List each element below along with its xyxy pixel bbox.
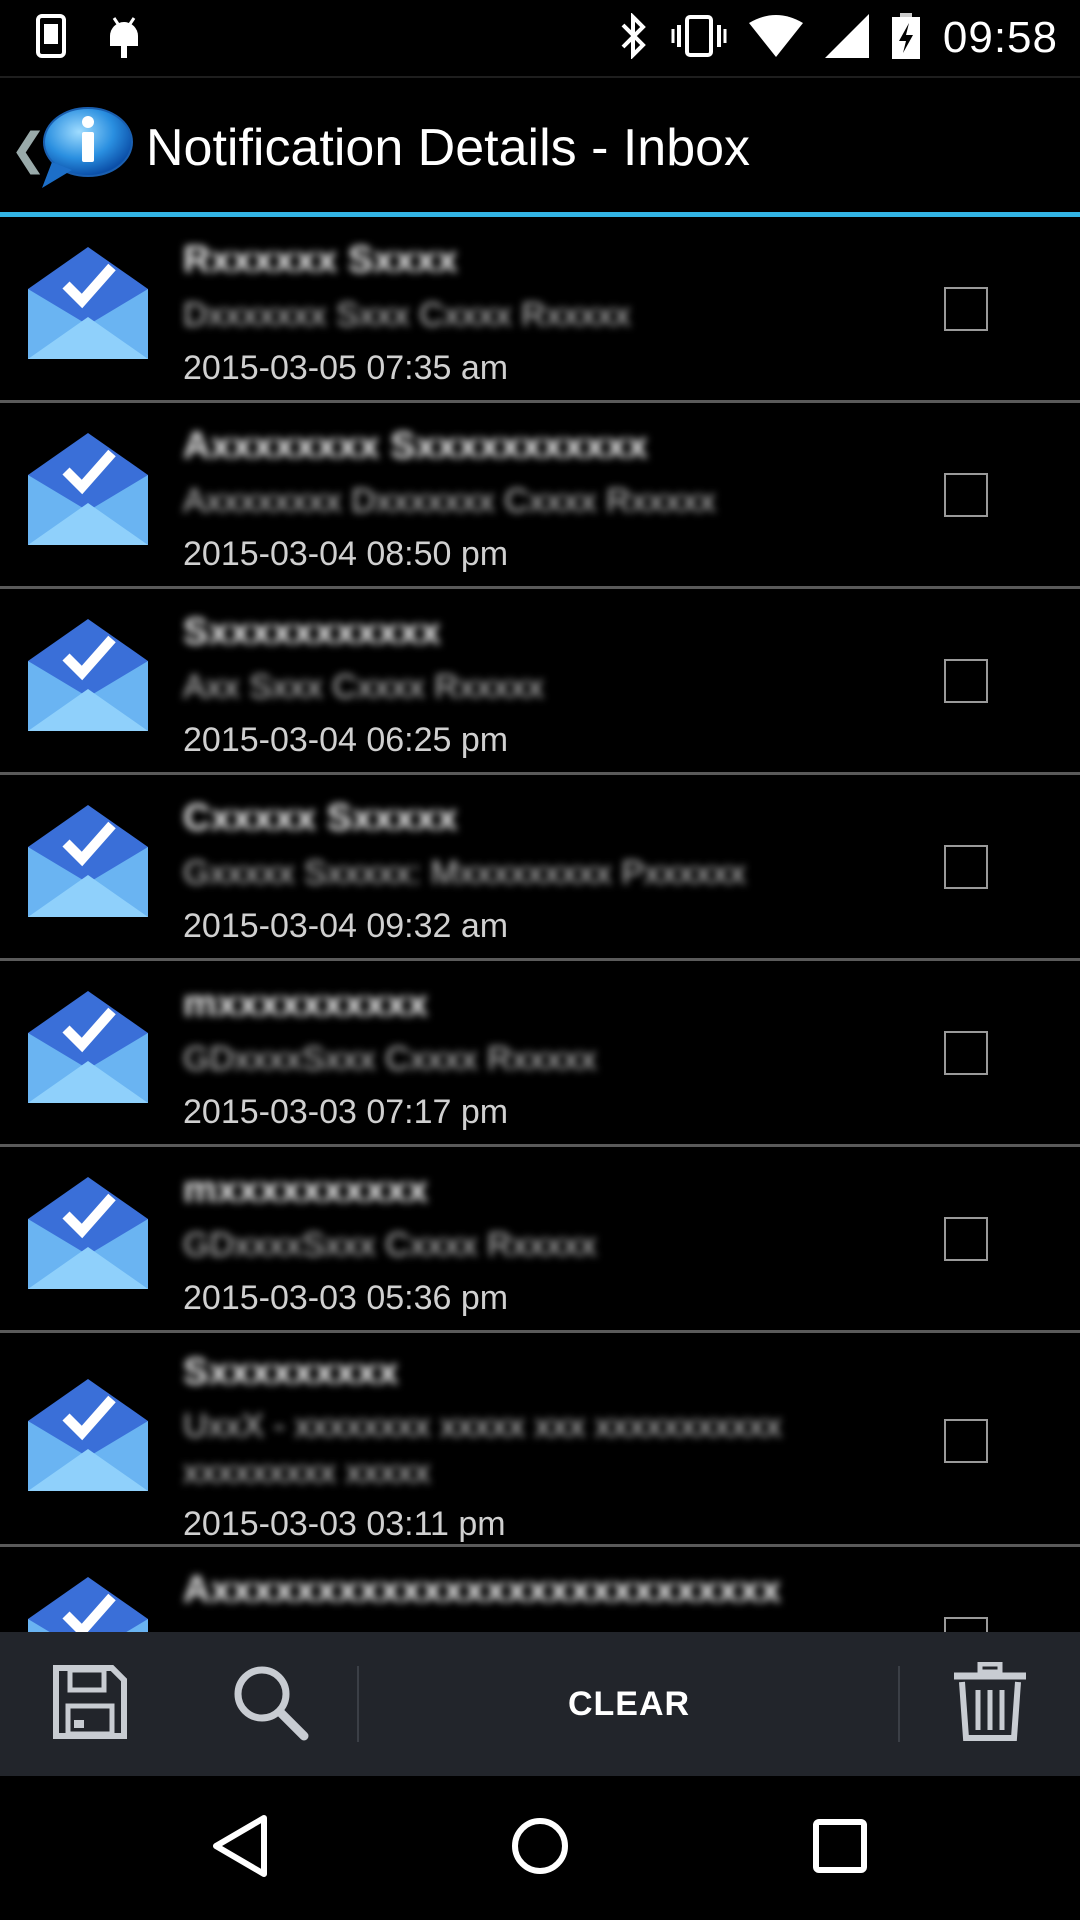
save-disk-icon [52,1664,128,1745]
notification-sender: Axxxxxxxx Sxxxxxxxxxxx [183,425,648,467]
notification-date: 2015-03-03 03:11 pm [183,1505,506,1543]
nav-recents-button[interactable] [790,1798,890,1898]
phone-screen-icon [36,14,66,63]
bluetooth-icon [619,11,649,64]
home-circle-icon [510,1816,570,1881]
app-info-logo-icon[interactable] [38,104,134,190]
inbox-mail-icon [26,1575,150,1632]
signal-icon [824,13,869,63]
notification-subject: GDxxxxSxxx Cxxxx Rxxxxx [183,1040,597,1078]
notification-date: 2015-03-03 07:17 pm [183,1093,509,1131]
action-bar: ❮ Notification Details - Inbox [0,76,1080,216]
inbox-mail-icon [26,245,150,363]
notification-sender: Cxxxxx Sxxxxx [183,797,458,839]
inbox-mail-icon [26,1175,150,1293]
notification-sender: Axxxxxxxxxxxxxxxxxxxxxxxxxxx [183,1569,782,1611]
select-checkbox[interactable] [944,1617,988,1632]
list-item[interactable]: Axxxxxxxxxxxxxxxxxxxxxxxxxxx [0,1547,1080,1632]
notification-date: 2015-03-04 09:32 am [183,907,509,945]
notification-sender: mxxxxxxxxxx [183,983,429,1025]
notification-sender: Rxxxxxx Sxxxx [183,239,458,281]
navigation-bar [0,1776,1080,1920]
notification-subject: Axx Sxxx Cxxxx Rxxxxx [183,668,544,706]
select-checkbox[interactable] [944,1217,988,1261]
delete-button[interactable] [930,1632,1050,1776]
inbox-mail-icon [26,617,150,735]
notification-date: 2015-03-04 06:25 pm [183,721,509,759]
notification-list[interactable]: Rxxxxxx Sxxxx Dxxxxxxx Sxxx Cxxxx Rxxxxx… [0,217,1080,1632]
inbox-mail-icon [26,803,150,921]
nav-home-button[interactable] [490,1798,590,1898]
notification-date: 2015-03-05 07:35 am [183,349,509,387]
nav-back-button[interactable] [190,1798,290,1898]
clock: 09:58 [942,13,1058,62]
notification-subject: Axxxxxxxx Dxxxxxxx Cxxxx Rxxxxx [183,482,716,520]
search-button[interactable] [210,1632,330,1776]
notification-subject: Gxxxxx Sxxxxx: Mxxxxxxxxx Pxxxxxx [183,854,746,892]
select-checkbox[interactable] [944,845,988,889]
recents-square-icon [812,1818,868,1879]
select-checkbox[interactable] [944,287,988,331]
inbox-mail-icon [26,1377,150,1495]
notification-subject: Dxxxxxxx Sxxx Cxxxx Rxxxxx [183,296,631,334]
clear-button[interactable]: CLEAR [360,1632,898,1776]
trash-icon [950,1661,1030,1747]
select-checkbox[interactable] [944,1419,988,1463]
list-item[interactable]: Sxxxxxxxxx UxxX - xxxxxxxx xxxxx xxx xxx… [0,1333,1080,1547]
list-item[interactable]: Cxxxxx Sxxxxx Gxxxxx Sxxxxx: Mxxxxxxxxx … [0,775,1080,961]
notification-date: 2015-03-03 05:36 pm [183,1279,509,1317]
notification-sender: mxxxxxxxxxx [183,1169,429,1211]
search-icon [230,1662,310,1747]
notification-date: 2015-03-04 08:50 pm [183,535,509,573]
toolbar-divider [898,1666,900,1742]
back-triangle-icon [210,1814,270,1883]
inbox-mail-icon [26,989,150,1107]
battery-charging-icon [891,12,921,64]
vibrate-icon [671,13,727,64]
wifi-icon [748,14,803,62]
list-item[interactable]: Sxxxxxxxxxxx Axx Sxxx Cxxxx Rxxxxx 2015-… [0,589,1080,775]
list-item[interactable]: Rxxxxxx Sxxxx Dxxxxxxx Sxxx Cxxxx Rxxxxx… [0,217,1080,403]
notification-sender: Sxxxxxxxxxxx [183,611,441,653]
clear-label: CLEAR [567,1684,691,1723]
list-item[interactable]: mxxxxxxxxxx GDxxxxSxxx Cxxxx Rxxxxx 2015… [0,961,1080,1147]
save-button[interactable] [30,1632,150,1776]
notification-sender: Sxxxxxxxxx [183,1351,399,1393]
status-bar: 09:58 [0,0,1080,76]
list-item[interactable]: Axxxxxxxx Sxxxxxxxxxxx Axxxxxxxx Dxxxxxx… [0,403,1080,589]
select-checkbox[interactable] [944,473,988,517]
inbox-mail-icon [26,431,150,549]
bottom-toolbar: CLEAR [0,1632,1080,1776]
notification-subject: GDxxxxSxxx Cxxxx Rxxxxx [183,1226,597,1264]
toolbar-divider [357,1666,359,1742]
notification-subject: UxxX - xxxxxxxx xxxxx xxx xxxxxxxxxxx xx… [183,1407,782,1491]
select-checkbox[interactable] [944,1031,988,1075]
android-debug-icon [106,14,142,63]
page-title: Notification Details - Inbox [146,119,751,177]
list-item[interactable]: mxxxxxxxxxx GDxxxxSxxx Cxxxx Rxxxxx 2015… [0,1147,1080,1333]
select-checkbox[interactable] [944,659,988,703]
